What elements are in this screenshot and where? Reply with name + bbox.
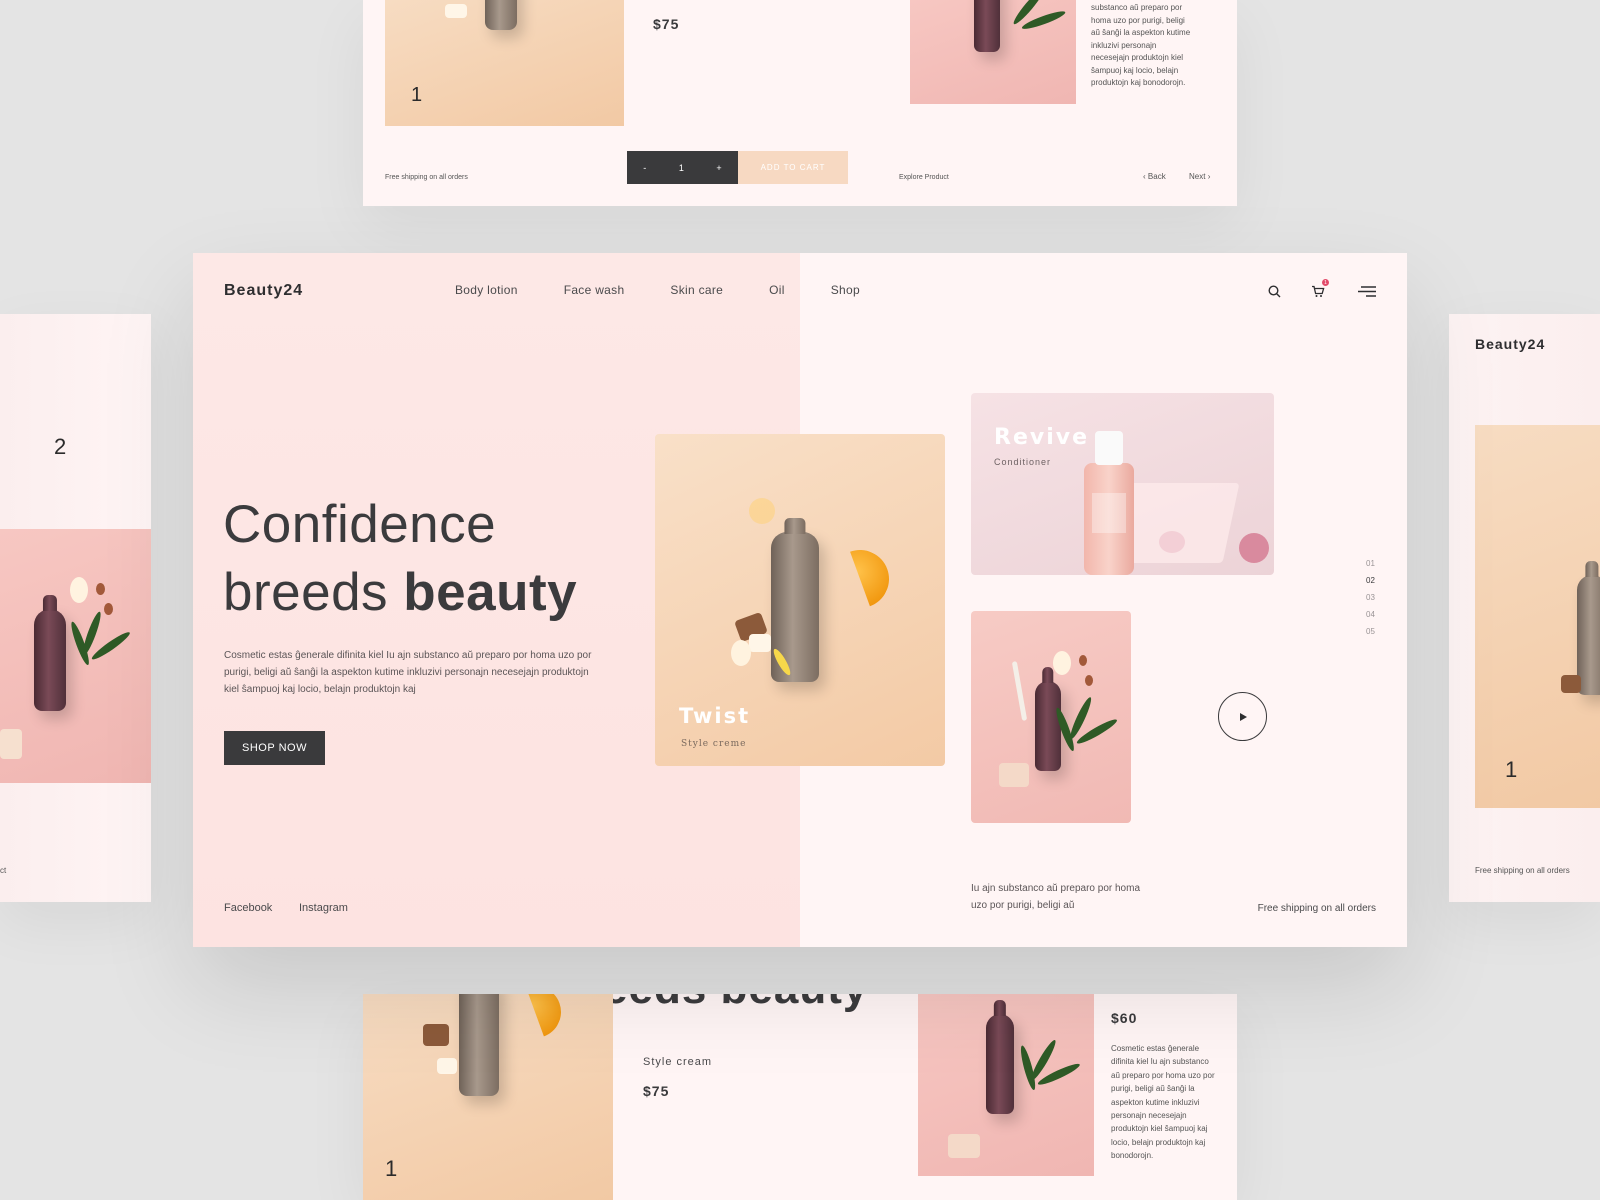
bottle-image bbox=[485, 0, 517, 30]
nav-body-lotion[interactable]: Body lotion bbox=[455, 283, 518, 297]
hero-line-2: breeds bbox=[223, 563, 389, 622]
add-to-cart-button[interactable]: ADD TO CART bbox=[738, 151, 848, 184]
hero-line-2-bold: beauty bbox=[403, 563, 578, 622]
product-subtitle: Conditioner bbox=[994, 457, 1052, 467]
left-preview-card: 2 ct bbox=[0, 314, 151, 902]
spray-bottle-image bbox=[1084, 431, 1134, 575]
bottle-image bbox=[459, 994, 499, 1096]
slide-pager: 01 02 03 04 05 bbox=[1366, 559, 1375, 636]
bottle-image bbox=[986, 1014, 1014, 1114]
product-subtitle: Style cream bbox=[643, 1056, 713, 1068]
secondary-description: Iu ajn substanco aŭ preparo por homa uzo… bbox=[971, 883, 1140, 911]
play-video-button[interactable] bbox=[1218, 692, 1267, 741]
next-link[interactable]: Next › bbox=[1189, 172, 1210, 181]
bottle-image bbox=[974, 0, 1000, 52]
qty-plus-button[interactable]: + bbox=[716, 163, 721, 173]
brand-logo[interactable]: Beauty24 bbox=[224, 282, 303, 300]
play-icon bbox=[1239, 712, 1247, 721]
nav-face-wash[interactable]: Face wash bbox=[564, 283, 625, 297]
qty-value: 1 bbox=[678, 162, 684, 173]
product-price-2: $60 bbox=[1111, 1010, 1138, 1026]
slide-number: 1 bbox=[411, 84, 423, 106]
pager-item-02[interactable]: 02 bbox=[1366, 576, 1375, 585]
bottom-product-photo: 1 bbox=[363, 994, 613, 1200]
bottom-preview-card: breeds beauty 1 Style cream $75 $60 Cosm… bbox=[363, 994, 1237, 1200]
orange-slice-image bbox=[821, 540, 898, 617]
slide-number: 2 bbox=[54, 434, 67, 459]
hero-description: Cosmetic estas ĝenerale difinita kiel Iu… bbox=[224, 650, 592, 695]
revive-product-card[interactable]: Revive Conditioner bbox=[971, 393, 1274, 575]
product-title: Twist bbox=[679, 704, 751, 728]
qty-minus-button[interactable]: - bbox=[643, 163, 646, 173]
bottom-product-photo-2 bbox=[918, 994, 1094, 1176]
chevron-left-icon: ‹ bbox=[1143, 172, 1146, 181]
explore-product-link[interactable]: Explore Product bbox=[899, 174, 949, 181]
orange-slice-image bbox=[500, 994, 569, 1047]
back-link[interactable]: ‹ Back bbox=[1143, 172, 1166, 181]
hero-line-1: Confidence bbox=[223, 495, 497, 554]
main-landing-card: Beauty24 Body lotion Face wash Skin care… bbox=[193, 253, 1407, 947]
slide-number: 1 bbox=[385, 1156, 398, 1181]
bottle-image bbox=[1035, 681, 1061, 771]
cart-icon[interactable]: 1 bbox=[1308, 279, 1329, 301]
quantity-stepper[interactable]: - 1 + bbox=[627, 151, 738, 184]
product-subtitle: Style creme bbox=[681, 739, 747, 749]
chevron-right-icon: › bbox=[1207, 172, 1211, 181]
right-product-photo: 1 bbox=[1475, 425, 1600, 808]
brand-logo: Beauty24 bbox=[1475, 336, 1546, 352]
twist-product-card[interactable]: Twist Style creme bbox=[655, 434, 945, 766]
nav-shop[interactable]: Shop bbox=[831, 283, 860, 297]
search-icon[interactable] bbox=[1264, 281, 1284, 301]
product-description: Cosmetic estas ĝenerale difinita kiel Iu… bbox=[1111, 1044, 1215, 1161]
product-price: $75 bbox=[653, 16, 680, 32]
pager-item-05[interactable]: 05 bbox=[1366, 627, 1375, 636]
left-product-photo bbox=[0, 529, 151, 783]
product-title: Revive bbox=[994, 425, 1090, 450]
menu-icon[interactable] bbox=[1357, 281, 1377, 301]
free-shipping-note: Free shipping on all orders bbox=[1475, 866, 1570, 875]
pager-item-01[interactable]: 01 bbox=[1366, 559, 1375, 568]
cart-count-badge: 1 bbox=[1322, 279, 1329, 286]
slide-number: 1 bbox=[1505, 757, 1518, 782]
free-shipping-note: Free shipping on all orders bbox=[1257, 903, 1376, 914]
product-price: $75 bbox=[643, 1083, 670, 1099]
top-product-photo-2 bbox=[910, 0, 1076, 104]
nav-skin-care[interactable]: Skin care bbox=[670, 283, 723, 297]
top-preview-card: 1 $75 substanco aŭ preparo por homa uzo … bbox=[363, 0, 1237, 206]
hero-headline: Confidence breeds beauty bbox=[223, 491, 577, 627]
main-nav: Body lotion Face wash Skin care Oil Shop bbox=[455, 283, 860, 297]
facebook-link[interactable]: Facebook bbox=[224, 902, 272, 914]
top-product-photo: 1 bbox=[385, 0, 624, 126]
instagram-link[interactable]: Instagram bbox=[299, 902, 348, 914]
free-shipping-note: Free shipping on all orders bbox=[385, 174, 468, 181]
right-preview-card: Beauty24 1 Free shipping on all orders bbox=[1449, 314, 1600, 902]
product-description: substanco aŭ preparo por homa uzo por pu… bbox=[1091, 3, 1191, 87]
bottle-image bbox=[34, 609, 66, 711]
product-thumbnail-card[interactable] bbox=[971, 611, 1131, 823]
pager-item-04[interactable]: 04 bbox=[1366, 610, 1375, 619]
nav-oil[interactable]: Oil bbox=[769, 283, 785, 297]
shop-now-button[interactable]: SHOP NOW bbox=[224, 731, 325, 765]
footer-fragment: ct bbox=[0, 866, 7, 875]
pager-item-03[interactable]: 03 bbox=[1366, 593, 1375, 602]
